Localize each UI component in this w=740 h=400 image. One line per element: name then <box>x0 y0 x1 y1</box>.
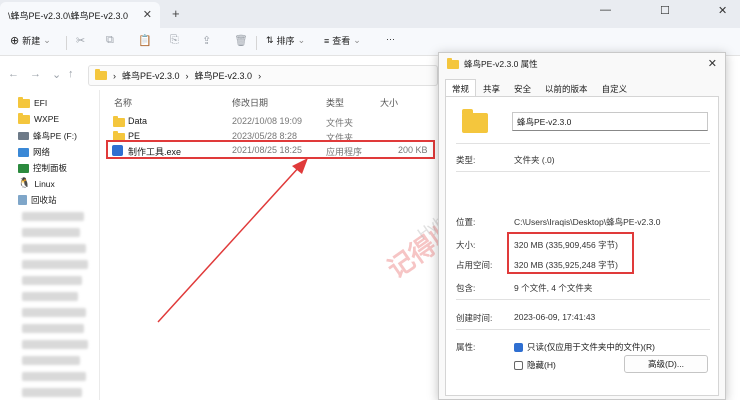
hidden-label: 隐藏(H) <box>527 360 556 370</box>
type-label: 类型: <box>456 155 476 165</box>
location-label: 位置: <box>456 217 476 227</box>
checkbox-checked-icon <box>514 342 523 352</box>
size-highlight-box <box>507 232 634 274</box>
divider <box>456 299 710 300</box>
divider <box>456 171 710 172</box>
arrow-line <box>157 165 301 323</box>
disk-size-label: 占用空间: <box>456 260 493 270</box>
contains-value: 9 个文件, 4 个文件夹 <box>514 283 593 293</box>
readonly-checkbox[interactable]: 只读(仅应用于文件夹中的文件)(R) <box>514 341 655 353</box>
folder-icon <box>447 57 459 69</box>
dialog-close-icon[interactable]: ✕ <box>708 57 717 70</box>
divider <box>456 143 710 144</box>
contains-label: 包含: <box>456 283 476 293</box>
type-value: 文件夹 (.0) <box>514 155 555 165</box>
dialog-titlebar[interactable]: 蜂鸟PE-v2.3.0 属性 ✕ <box>439 53 725 75</box>
tab-sharing[interactable]: 共享 <box>476 79 507 97</box>
size-label: 大小: <box>456 240 476 250</box>
tab-previous-versions[interactable]: 以前的版本 <box>538 79 595 97</box>
created-value: 2023-06-09, 17:41:43 <box>514 312 596 322</box>
created-label: 创建时间: <box>456 313 493 323</box>
tab-security[interactable]: 安全 <box>507 79 538 97</box>
tab-general[interactable]: 常规 <box>445 79 477 97</box>
attributes-label: 属性: <box>456 342 476 352</box>
divider <box>456 329 710 330</box>
hidden-checkbox[interactable]: 隐藏(H) <box>514 359 556 371</box>
dialog-title: 蜂鸟PE-v2.3.0 属性 <box>464 59 538 69</box>
folder-name-field[interactable]: 蜂鸟PE-v2.3.0 <box>512 112 708 131</box>
tab-customize[interactable]: 自定义 <box>595 79 635 97</box>
advanced-button[interactable]: 高级(D)... <box>624 355 708 373</box>
readonly-label: 只读(仅应用于文件夹中的文件)(R) <box>527 342 655 352</box>
general-tab-panel: 蜂鸟PE-v2.3.0 类型: 文件夹 (.0) 位置: C:\Users\Ir… <box>445 96 719 396</box>
folder-icon <box>462 109 488 133</box>
checkbox-empty-icon <box>514 360 523 370</box>
dialog-tabs: 常规 共享 安全 以前的版本 自定义 <box>445 79 634 97</box>
properties-dialog: 蜂鸟PE-v2.3.0 属性 ✕ 常规 共享 安全 以前的版本 自定义 蜂鸟PE… <box>438 52 726 400</box>
location-value: C:\Users\Iraqis\Desktop\蜂鸟PE-v2.3.0 <box>514 217 661 227</box>
